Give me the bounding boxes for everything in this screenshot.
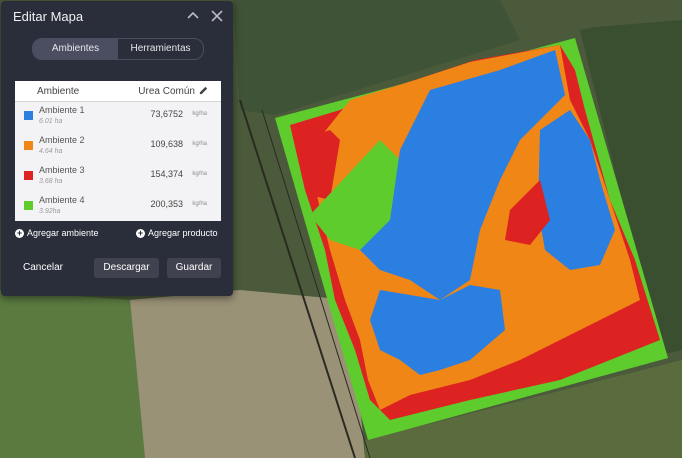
dose-unit: kg/ha xyxy=(192,141,207,147)
ambiente-area: 3.68 ha xyxy=(39,178,63,185)
panel-tabs: Ambientes Herramientas xyxy=(32,38,204,60)
ambiente-name: Ambiente 3 xyxy=(39,165,85,175)
table-row[interactable]: Ambiente 4 3.92ha 200,353 kg/ha xyxy=(15,193,221,223)
dose-value[interactable]: 73,6752 xyxy=(150,109,183,119)
dose-value[interactable]: 200,353 xyxy=(150,199,183,209)
field-southwest xyxy=(0,290,145,458)
column-header-ambiente: Ambiente xyxy=(37,86,80,97)
dose-unit: kg/ha xyxy=(192,171,207,177)
add-producto-button[interactable]: + Agregar producto xyxy=(136,228,218,238)
tab-herramientas[interactable]: Herramientas xyxy=(118,39,203,59)
table-row[interactable]: Ambiente 3 3.68 ha 154,374 kg/ha xyxy=(15,163,221,193)
edit-map-panel: Editar Mapa Ambientes Herramientas Ambie… xyxy=(1,1,233,296)
close-icon[interactable] xyxy=(210,9,224,23)
ambiente-name: Ambiente 1 xyxy=(39,105,85,115)
ambiente-area: 3.92ha xyxy=(39,208,61,215)
cancel-button[interactable]: Cancelar xyxy=(15,258,71,278)
color-swatch[interactable] xyxy=(24,171,33,180)
ambientes-table: Ambiente Urea Común Ambiente 1 6.01 ha 7… xyxy=(15,81,221,221)
save-button[interactable]: Guardar xyxy=(167,258,221,278)
table-header: Ambiente Urea Común xyxy=(15,81,221,102)
plus-circle-icon: + xyxy=(136,227,145,238)
add-ambiente-label: Agregar ambiente xyxy=(27,228,99,238)
ambiente-name: Ambiente 2 xyxy=(39,135,85,145)
add-ambiente-button[interactable]: + Agregar ambiente xyxy=(15,228,99,238)
chevron-up-icon[interactable] xyxy=(186,9,200,23)
tab-ambientes[interactable]: Ambientes xyxy=(33,39,118,59)
dose-unit: kg/ha xyxy=(192,111,207,117)
dose-unit: kg/ha xyxy=(192,201,207,207)
add-producto-label: Agregar producto xyxy=(148,228,218,238)
plus-circle-icon: + xyxy=(15,227,24,238)
color-swatch[interactable] xyxy=(24,201,33,210)
color-swatch[interactable] xyxy=(24,141,33,150)
panel-title: Editar Mapa xyxy=(13,9,84,24)
table-row[interactable]: Ambiente 1 6.01 ha 73,6752 kg/ha xyxy=(15,103,221,133)
column-header-producto: Urea Común xyxy=(138,86,195,97)
color-swatch[interactable] xyxy=(24,111,33,120)
pencil-icon[interactable] xyxy=(198,85,209,96)
table-row[interactable]: Ambiente 2 4.64 ha 109,638 kg/ha xyxy=(15,133,221,163)
ambiente-area: 6.01 ha xyxy=(39,118,63,125)
panel-header: Editar Mapa xyxy=(1,1,233,31)
ambiente-area: 4.64 ha xyxy=(39,148,63,155)
dose-value[interactable]: 109,638 xyxy=(150,139,183,149)
dose-value[interactable]: 154,374 xyxy=(150,169,183,179)
field-south xyxy=(130,290,365,458)
download-button[interactable]: Descargar xyxy=(94,258,159,278)
ambiente-name: Ambiente 4 xyxy=(39,195,85,205)
